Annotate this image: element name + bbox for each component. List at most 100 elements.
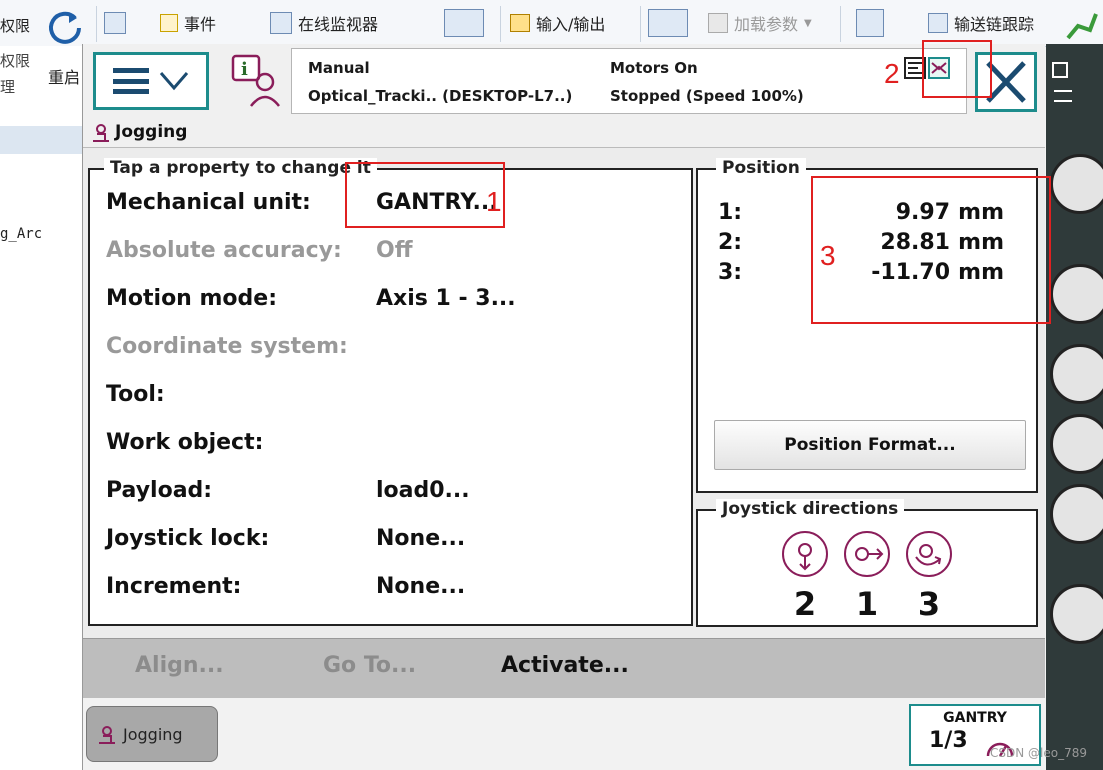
annotation-number-3: 3 bbox=[820, 240, 836, 271]
window-restore-icon[interactable] bbox=[1052, 62, 1068, 78]
app-title-row: Jogging bbox=[83, 119, 1045, 148]
event-log-info-icon[interactable]: i bbox=[229, 52, 285, 110]
property-key: Tool: bbox=[106, 382, 165, 407]
property-row-absolute-accuracy: Absolute accuracy: Off bbox=[106, 232, 686, 272]
host-permission-label-2[interactable]: 权限 bbox=[0, 50, 30, 71]
joystick-right-icon bbox=[844, 531, 890, 577]
key-step-back-icon[interactable] bbox=[1050, 584, 1103, 644]
jogging-icon bbox=[93, 124, 109, 142]
annotation-box-2 bbox=[922, 40, 992, 98]
config-icon bbox=[648, 9, 688, 37]
status-bar[interactable]: Manual Optical_Tracki.. (DESKTOP-L7..) M… bbox=[291, 48, 967, 114]
host-permission-label[interactable]: 权限 bbox=[0, 12, 30, 38]
property-row-coordinate-system: Coordinate system: bbox=[106, 328, 686, 368]
main-menu-button[interactable] bbox=[93, 52, 209, 110]
host-tree-item[interactable]: g_Arc bbox=[0, 226, 42, 242]
axis-group-fraction: 1/3 bbox=[929, 728, 968, 753]
property-row-work-object[interactable]: Work object: bbox=[106, 424, 686, 464]
load-params-icon bbox=[708, 13, 728, 33]
property-value: None... bbox=[376, 574, 466, 599]
position-format-button[interactable]: Position Format... bbox=[714, 420, 1026, 470]
key-run-icon[interactable] bbox=[1050, 264, 1103, 324]
hardware-key-strip bbox=[1046, 44, 1103, 770]
io-label: 输入/输出 bbox=[536, 15, 606, 34]
property-key: Payload: bbox=[106, 478, 213, 503]
property-row-increment[interactable]: Increment: None... bbox=[106, 568, 686, 608]
property-value: Off bbox=[376, 238, 413, 263]
jogging-task-button[interactable]: Jogging bbox=[86, 706, 218, 762]
io-icon bbox=[510, 14, 530, 32]
position-index: 3: bbox=[718, 260, 743, 285]
goto-button[interactable]: Go To... bbox=[323, 653, 416, 678]
joystick-axis-number: 1 bbox=[855, 585, 879, 623]
property-value: None... bbox=[376, 526, 466, 551]
align-button[interactable]: Align... bbox=[135, 653, 224, 678]
watermark: CSDN @leo_789 bbox=[990, 746, 1087, 760]
property-row-motion-mode[interactable]: Motion mode: Axis 1 - 3... bbox=[106, 280, 686, 320]
property-panel: Tap a property to change it Mechanical u… bbox=[88, 158, 693, 626]
key-increment-icon[interactable] bbox=[1050, 414, 1103, 474]
joystick-panel-legend: Joystick directions bbox=[716, 499, 905, 519]
flexpendant-window: i Manual Optical_Tracki.. (DESKTOP-L7..)… bbox=[82, 44, 1045, 770]
property-key: Absolute accuracy: bbox=[106, 238, 342, 263]
property-key: Increment: bbox=[106, 574, 242, 599]
robot-arm-icon[interactable] bbox=[1064, 8, 1100, 42]
property-key: Mechanical unit: bbox=[106, 190, 311, 215]
command-bar: Align... Go To... Activate... bbox=[83, 638, 1045, 700]
io-button[interactable]: 输入/输出 bbox=[510, 10, 605, 36]
conveyor-tracking-button[interactable]: 输送链跟踪 bbox=[928, 10, 1034, 36]
events-button[interactable]: 事件 bbox=[160, 10, 216, 36]
unit-icon bbox=[856, 9, 884, 37]
annotation-number-2: 2 bbox=[884, 58, 900, 89]
chevron-down-icon: ▼ bbox=[804, 17, 812, 29]
annotation-box-3 bbox=[811, 176, 1051, 324]
restart-icon[interactable] bbox=[45, 8, 85, 48]
mode-status: Manual bbox=[308, 59, 370, 77]
position-panel-legend: Position bbox=[716, 158, 806, 178]
taskbar: Jogging GANTRY 1/3 bbox=[83, 698, 1045, 770]
online-monitor-button[interactable]: 在线监视器 bbox=[270, 10, 378, 36]
position-index: 1: bbox=[718, 200, 743, 225]
key-minus-icon[interactable] bbox=[1050, 154, 1103, 214]
host-manage-label[interactable]: 理 bbox=[0, 76, 15, 97]
property-value: load0... bbox=[376, 478, 470, 503]
online-monitor-label: 在线监视器 bbox=[298, 15, 379, 34]
motors-status: Motors On bbox=[610, 59, 698, 77]
property-key: Joystick lock: bbox=[106, 526, 270, 551]
key-more-icon[interactable] bbox=[1050, 484, 1103, 544]
property-value: Axis 1 - 3... bbox=[376, 286, 516, 311]
host-unit-button[interactable] bbox=[856, 9, 884, 37]
property-key: Work object: bbox=[106, 430, 264, 455]
key-rotate-icon[interactable] bbox=[1050, 344, 1103, 404]
restart-label[interactable]: 重启 bbox=[48, 64, 80, 88]
fp-header: i Manual Optical_Tracki.. (DESKTOP-L7..)… bbox=[83, 44, 1045, 119]
events-icon bbox=[160, 14, 178, 32]
config-button[interactable] bbox=[648, 9, 688, 37]
property-row-payload[interactable]: Payload: load0... bbox=[106, 472, 686, 512]
property-row-tool[interactable]: Tool: bbox=[106, 376, 686, 416]
table-button[interactable] bbox=[444, 9, 484, 37]
annotation-number-1: 1 bbox=[486, 186, 502, 217]
svg-text:i: i bbox=[241, 59, 248, 80]
property-key: Coordinate system: bbox=[106, 334, 348, 359]
app-title: Jogging bbox=[115, 122, 188, 142]
switch-icon[interactable] bbox=[1054, 90, 1072, 102]
joystick-axis-number: 3 bbox=[917, 585, 941, 623]
online-monitor-icon bbox=[270, 12, 292, 34]
jogging-task-label: Jogging bbox=[123, 725, 183, 744]
joystick-rotate-icon bbox=[906, 531, 952, 577]
activate-button[interactable]: Activate... bbox=[501, 653, 629, 678]
run-state-status: Stopped (Speed 100%) bbox=[610, 87, 804, 105]
load-params-button[interactable]: 加载参数 ▼ bbox=[708, 10, 812, 36]
events-label: 事件 bbox=[184, 15, 217, 34]
property-row-joystick-lock[interactable]: Joystick lock: None... bbox=[106, 520, 686, 560]
joystick-directions-panel: Joystick directions 2 1 3 bbox=[696, 499, 1038, 627]
property-panel-legend: Tap a property to change it bbox=[104, 158, 377, 178]
controller-status: Optical_Tracki.. (DESKTOP-L7..) bbox=[308, 87, 573, 105]
position-index: 2: bbox=[718, 230, 743, 255]
table-icon bbox=[444, 9, 484, 37]
monitor-icon bbox=[104, 12, 126, 34]
joystick-down-icon bbox=[782, 531, 828, 577]
host-monitor-icon-button[interactable] bbox=[104, 10, 126, 36]
hamburger-icon bbox=[113, 68, 149, 94]
